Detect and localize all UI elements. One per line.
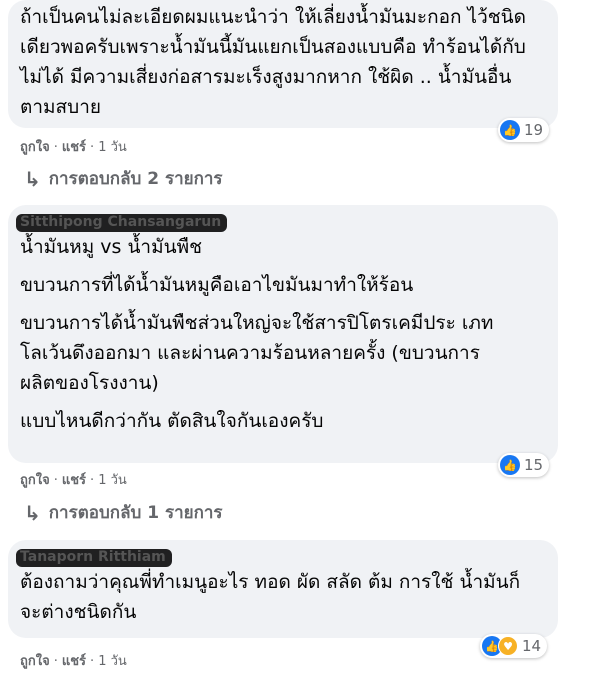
comment-time[interactable]: 1 วัน <box>98 136 127 157</box>
author-name: Tanaporn Ritthiam <box>20 549 166 565</box>
comment-time[interactable]: 1 วัน <box>98 650 127 671</box>
comment-actions: ถูกใจ · แชร์ · 1 วัน <box>20 136 127 157</box>
comment-author[interactable]: Tanaporn Ritthiam <box>16 547 172 567</box>
comment-text: ต้องถามว่าคุณพี่ทำเมนูอะไร ทอด ผัด สลัด … <box>20 571 521 623</box>
reply-arrow-icon: ↳ <box>24 500 41 525</box>
reaction-summary[interactable]: 👍 15 <box>498 453 550 477</box>
comment-bubble: Tanaporn Ritthiam ต้องถามว่าคุณพี่ทำเมนู… <box>8 540 558 638</box>
reaction-count: 19 <box>524 121 544 139</box>
share-button[interactable]: แชร์ <box>62 469 86 490</box>
reaction-count: 15 <box>524 456 544 474</box>
comment-text: ขบวนการที่ได้น้ำมันหมูคือเอาไขมันมาทำให้… <box>20 274 414 296</box>
like-button[interactable]: ถูกใจ <box>20 650 50 671</box>
reaction-count: 14 <box>522 637 542 655</box>
comment-actions: ถูกใจ · แชร์ · 1 วัน <box>20 469 127 490</box>
share-button[interactable]: แชร์ <box>62 136 86 157</box>
comment-bubble: ถ้าเป็นคนไม่ละเอียดผมแนะนำว่า ให้เลี่ยงน… <box>8 0 558 128</box>
thumbs-up-icon: 👍 <box>500 120 520 140</box>
care-icon: ♥ <box>498 636 518 656</box>
comment-text: แบบไหนดีกว่ากัน ตัดสินใจกันเองครับ <box>20 410 324 432</box>
replies-label: การตอบกลับ 1 รายการ <box>48 503 223 523</box>
reply-arrow-icon: ↳ <box>24 166 41 191</box>
replies-label: การตอบกลับ 2 รายการ <box>48 169 223 189</box>
author-name: Sitthipong Chansangarun <box>20 214 222 230</box>
thumbs-up-icon: 👍 <box>500 455 520 475</box>
view-replies-button[interactable]: ↳ การตอบกลับ 1 รายการ <box>24 499 223 526</box>
comment-actions: ถูกใจ · แชร์ · 1 วัน <box>20 650 127 671</box>
comment-text: ขบวนการได้น้ำมันพืชส่วนใหญ่จะใช้สารปิโตร… <box>20 312 494 394</box>
like-button[interactable]: ถูกใจ <box>20 469 50 490</box>
reaction-summary[interactable]: 👍 ♥ 14 <box>480 634 548 658</box>
comment-text: ถ้าเป็นคนไม่ละเอียดผมแนะนำว่า ให้เลี่ยงน… <box>20 6 527 118</box>
reaction-summary[interactable]: 👍 19 <box>498 118 550 142</box>
comment-text: น้ำมันหมู vs น้ำมันพืช <box>20 236 203 258</box>
view-replies-button[interactable]: ↳ การตอบกลับ 2 รายการ <box>24 165 223 192</box>
comment-author[interactable]: Sitthipong Chansangarun <box>16 212 228 232</box>
comment-time[interactable]: 1 วัน <box>98 469 127 490</box>
like-button[interactable]: ถูกใจ <box>20 136 50 157</box>
share-button[interactable]: แชร์ <box>62 650 86 671</box>
comment-bubble: Sitthipong Chansangarun น้ำมันหมู vs น้ำ… <box>8 205 558 463</box>
